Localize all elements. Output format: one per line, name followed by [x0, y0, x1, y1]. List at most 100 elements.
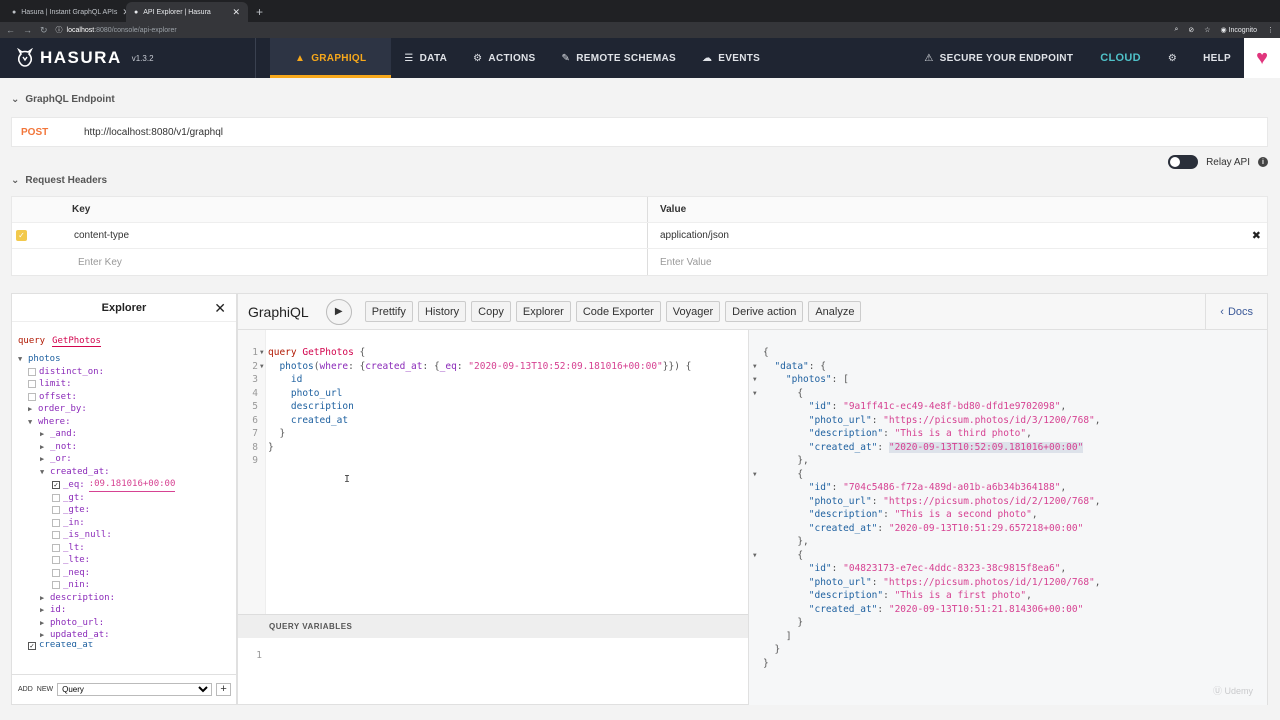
checkbox[interactable]: [52, 568, 60, 577]
tree-node[interactable]: ▶ _and:: [18, 428, 236, 441]
new-header-key-input[interactable]: Enter Key: [62, 257, 647, 268]
tree-node[interactable]: _in:: [18, 517, 236, 530]
endpoint-section-title[interactable]: ⌄ GraphQL Endpoint: [11, 94, 115, 105]
tree-node[interactable]: ▶ _not:: [18, 441, 236, 454]
checkbox[interactable]: [52, 581, 60, 590]
tree-node[interactable]: ▶ updated_at:: [18, 629, 236, 642]
code-field: photo_url: [290, 387, 343, 399]
tree-node[interactable]: distinct_on:: [18, 366, 236, 379]
prettify-button[interactable]: Prettify: [364, 301, 413, 322]
result-value: "04823173-e7ec-4ddc-8323-38c9815f8ea6": [843, 563, 1061, 575]
checkbox[interactable]: [52, 518, 60, 527]
code-exporter-button[interactable]: Code Exporter: [575, 301, 661, 322]
checkbox-checked[interactable]: ✓: [28, 641, 36, 650]
zoom-icon[interactable]: ⌕: [1174, 26, 1178, 34]
query-variables-editor[interactable]: 1: [238, 650, 266, 661]
nav-data[interactable]: ☰ DATA: [391, 38, 460, 78]
incognito-badge[interactable]: ◉ Incognito: [1221, 26, 1257, 34]
help-link[interactable]: HELP: [1190, 38, 1244, 78]
analyze-button[interactable]: Analyze: [808, 301, 862, 322]
nav-actions[interactable]: ⚙ ACTIONS: [460, 38, 548, 78]
header-value-input[interactable]: application/json: [660, 230, 729, 241]
relay-api-toggle[interactable]: [1168, 155, 1199, 169]
tree-node[interactable]: _gt:: [18, 492, 236, 505]
tree-node[interactable]: ▶ photo_url:: [18, 617, 236, 630]
header-enabled-checkbox[interactable]: ✓: [16, 230, 27, 241]
endpoint-url[interactable]: http://localhost:8080/v1/graphql: [84, 127, 223, 138]
tree-node[interactable]: limit:: [18, 378, 236, 391]
tree-node[interactable]: ▼ created_at:: [18, 466, 236, 479]
tree-node[interactable]: ▶ order_by:: [18, 403, 236, 416]
copy-button[interactable]: Copy: [471, 301, 511, 322]
checkbox[interactable]: [28, 380, 36, 389]
tree-node[interactable]: _neq:: [18, 567, 236, 580]
add-operation-button[interactable]: +: [216, 683, 232, 696]
checkbox[interactable]: [52, 531, 60, 540]
docs-button[interactable]: ‹ Docs: [1205, 293, 1267, 330]
settings-gear-icon[interactable]: ⚙: [1155, 38, 1190, 78]
camera-off-icon[interactable]: ⊘: [1188, 26, 1194, 34]
headers-section-title[interactable]: ⌄ Request Headers: [11, 175, 107, 186]
nav-graphiql[interactable]: ▲ GRAPHIQL: [270, 38, 392, 78]
close-icon[interactable]: ✕: [214, 300, 226, 317]
nav-label: DATA: [419, 52, 448, 64]
tree-node[interactable]: ▶ description:: [18, 592, 236, 605]
run-query-button[interactable]: ▶: [325, 298, 352, 325]
result-line: "photo_url": "https://picsum.photos/id/3…: [808, 414, 1101, 426]
secure-endpoint-link[interactable]: ⚠ SECURE YOUR ENDPOINT: [911, 38, 1086, 78]
browser-tab[interactable]: ● Hasura | Instant GraphQL APIs ✕: [4, 2, 126, 22]
tree-node[interactable]: ✓ _eq::09.181016+00:00: [18, 478, 236, 492]
heart-icon[interactable]: ♥: [1244, 38, 1280, 78]
tree-node[interactable]: _gte:: [18, 504, 236, 517]
new-tab-icon[interactable]: +: [248, 2, 271, 22]
info-icon[interactable]: i: [1258, 157, 1268, 167]
checkbox[interactable]: [52, 556, 60, 565]
menu-icon[interactable]: ⋮: [1267, 26, 1274, 34]
tree-node[interactable]: ✓ created_at: [18, 641, 236, 650]
operation-type-select[interactable]: Query: [57, 683, 213, 696]
tree-node[interactable]: ▶ id:: [18, 604, 236, 617]
nav-events[interactable]: ☁ EVENTS: [689, 38, 773, 78]
checkbox[interactable]: [28, 367, 36, 376]
nav-label: GRAPHIQL: [311, 52, 367, 64]
back-icon[interactable]: ←: [6, 25, 15, 35]
explorer-button[interactable]: Explorer: [515, 301, 571, 322]
code-field: photos: [279, 360, 314, 372]
reload-icon[interactable]: ↻: [40, 25, 48, 36]
forward-icon[interactable]: →: [23, 25, 32, 35]
close-tab-icon[interactable]: ✕: [232, 7, 240, 18]
checkbox[interactable]: [52, 493, 60, 502]
tree-node[interactable]: ▼ photos: [18, 353, 236, 366]
checkbox[interactable]: [52, 506, 60, 515]
tree-node[interactable]: _is_null:: [18, 529, 236, 542]
tree-node[interactable]: ▶ _or:: [18, 453, 236, 466]
checkbox-checked[interactable]: ✓: [52, 480, 60, 489]
caret-right-icon: ▶: [40, 455, 45, 463]
tree-node[interactable]: ▼ where:: [18, 416, 236, 429]
tree-node[interactable]: _lt:: [18, 542, 236, 555]
tree-node[interactable]: _lte:: [18, 554, 236, 567]
eq-value-input[interactable]: :09.181016+00:00: [88, 478, 176, 492]
operation-name-input[interactable]: GetPhotos: [52, 336, 101, 347]
delete-header-icon[interactable]: ✖: [1252, 229, 1261, 242]
tree-label: _not:: [50, 441, 78, 452]
tree-node[interactable]: offset:: [18, 391, 236, 404]
header-key-input[interactable]: content-type: [62, 230, 647, 241]
address-bar[interactable]: ⓘ localhost:8080/console/api-explorer: [56, 25, 1167, 35]
history-button[interactable]: History: [417, 301, 467, 322]
cloud-link[interactable]: CLOUD: [1086, 52, 1155, 64]
query-variables-header[interactable]: QUERY VARIABLES: [238, 614, 748, 638]
query-editor[interactable]: 1 ▼ query GetPhotos { 2 ▼ photos(where: {cr…: [238, 330, 748, 614]
browser-tab-active[interactable]: ● API Explorer | Hasura ✕: [126, 2, 248, 22]
new-header-value-input[interactable]: Enter Value: [647, 249, 1267, 275]
tree-node[interactable]: _nin:: [18, 579, 236, 592]
voyager-button[interactable]: Voyager: [665, 301, 721, 322]
star-icon[interactable]: ☆: [1204, 26, 1210, 34]
nav-label: ACTIONS: [488, 52, 536, 64]
checkbox[interactable]: [28, 392, 36, 401]
derive-action-button[interactable]: Derive action: [725, 301, 804, 322]
checkbox[interactable]: [52, 543, 60, 552]
browser-toolbar: ← → ↻ ⓘ localhost:8080/console/api-explo…: [0, 22, 1280, 38]
result-line: "photo_url": "https://picsum.photos/id/2…: [808, 495, 1101, 507]
nav-remote-schemas[interactable]: ✎ REMOTE SCHEMAS: [549, 38, 689, 78]
